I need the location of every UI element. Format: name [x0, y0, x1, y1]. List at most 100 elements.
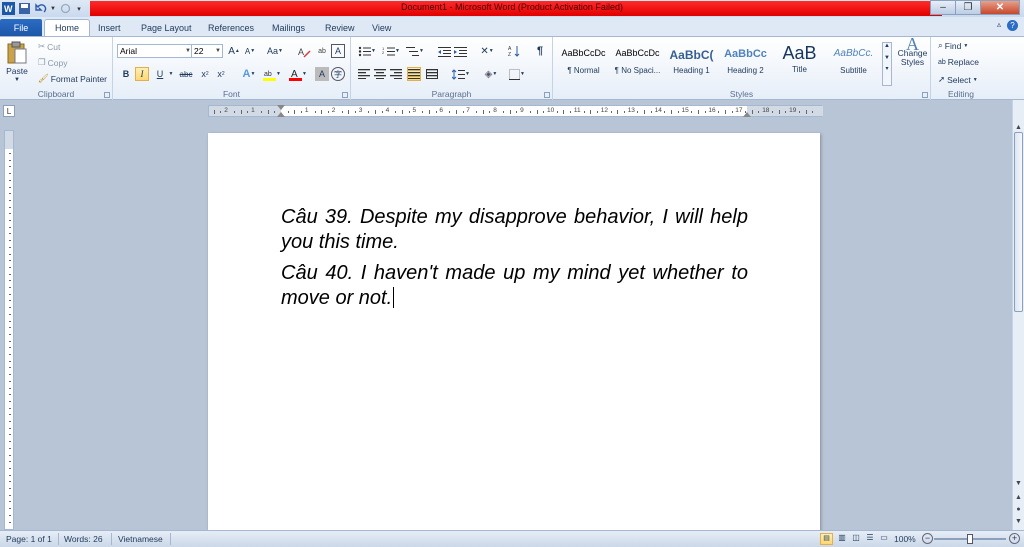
zoom-out-icon[interactable]: − — [922, 533, 933, 544]
tab-mailings[interactable]: Mailings — [262, 19, 315, 36]
tab-references[interactable]: References — [198, 19, 264, 36]
format-painter-button[interactable]: 🖌 Format Painter — [38, 73, 107, 84]
align-center-icon[interactable] — [373, 67, 387, 81]
scroll-thumb[interactable] — [1014, 132, 1023, 312]
style-no-spacing[interactable]: AaBbCcDc ¶ No Spaci... — [611, 43, 664, 83]
styles-launcher-icon[interactable] — [922, 92, 928, 98]
highlight-icon[interactable]: ab ▼ — [262, 67, 282, 81]
tab-view[interactable]: View — [362, 19, 401, 36]
find-button[interactable]: ⌕ Find ▼ — [938, 40, 968, 51]
paste-button[interactable]: Paste ▼ — [6, 41, 28, 83]
change-styles-button[interactable]: A Change Styles — [896, 35, 929, 67]
tab-page-layout[interactable]: Page Layout — [131, 19, 202, 36]
strikethrough-button[interactable]: abc — [177, 67, 195, 81]
tab-review[interactable]: Review — [315, 19, 365, 36]
character-shading-icon[interactable]: A — [315, 67, 329, 81]
grow-font-button[interactable]: A ▲ — [227, 44, 241, 58]
horizontal-ruler[interactable]: 2 1 1 2 3 4 5 6 7 8 9 10 11 12 13 14 15 16 17 18 19 — [208, 105, 823, 117]
clear-formatting-icon[interactable]: A — [297, 44, 311, 58]
distributed-icon[interactable] — [425, 67, 439, 81]
italic-button[interactable]: I — [135, 67, 149, 81]
zoom-slider-thumb[interactable] — [967, 534, 973, 544]
tab-insert[interactable]: Insert — [88, 19, 131, 36]
shading-icon[interactable]: ◈ ▼ — [481, 67, 501, 81]
align-right-icon[interactable] — [389, 67, 403, 81]
document-page[interactable]: Câu 39. Despite my disapprove behavior, … — [208, 133, 820, 533]
clipboard-launcher-icon[interactable] — [104, 92, 110, 98]
align-left-icon[interactable] — [357, 67, 371, 81]
indent-marker-icon[interactable] — [277, 112, 285, 117]
style-subtitle[interactable]: AaBbCc. Subtitle — [827, 43, 880, 83]
tab-selector-icon[interactable]: L — [3, 105, 15, 117]
customize-icon[interactable]: ▾ — [75, 2, 83, 15]
chevron-down-icon[interactable]: ▼ — [50, 2, 56, 15]
style-heading-1[interactable]: AaBbC( Heading 1 — [665, 43, 718, 83]
restore-button[interactable]: ❐ — [955, 0, 981, 15]
show-hide-button[interactable]: ¶ — [533, 44, 547, 58]
borders-icon[interactable]: ▼ — [507, 67, 527, 81]
cut-button[interactable]: ✂ Cut — [38, 41, 60, 52]
outline-icon[interactable]: ☰ — [864, 533, 876, 545]
style-title[interactable]: AaB Title — [773, 43, 826, 83]
superscript-button[interactable]: x2 — [214, 67, 228, 81]
language[interactable]: Vietnamese — [118, 534, 163, 544]
replace-button[interactable]: ab Replace — [938, 57, 979, 67]
previous-page-icon[interactable]: ▲ — [1013, 492, 1024, 503]
change-case-button[interactable]: Aa ▼ — [265, 44, 285, 58]
minimize-button[interactable]: – — [930, 0, 956, 15]
undo-icon[interactable] — [34, 2, 47, 15]
tab-file[interactable]: File — [0, 19, 42, 36]
select-button[interactable]: ➚ Select ▼ — [938, 74, 978, 85]
browse-object-icon[interactable]: ● — [1013, 504, 1024, 515]
bold-button[interactable]: B — [119, 67, 133, 81]
paragraph-question-40[interactable]: Câu 40. I haven't made up my mind yet wh… — [281, 261, 748, 311]
zoom-in-icon[interactable]: + — [1009, 533, 1020, 544]
scroll-down-icon[interactable]: ▼ — [1013, 478, 1024, 489]
font-size-combo[interactable]: 22 ▼ — [191, 44, 223, 58]
phonetic-guide-icon[interactable]: ab — [315, 44, 329, 58]
web-layout-icon[interactable]: ◫ — [850, 533, 862, 545]
zoom-level[interactable]: 100% — [894, 534, 916, 544]
font-color-icon[interactable]: A ▼ — [288, 67, 308, 81]
shrink-font-button[interactable]: A ▼ — [243, 44, 257, 58]
print-layout-icon[interactable]: ▤ — [820, 533, 833, 545]
style-normal[interactable]: AaBbCcDc ¶ Normal — [557, 43, 610, 83]
indent-marker-icon[interactable] — [277, 105, 285, 110]
chevron-down-icon[interactable]: ▼ — [167, 67, 175, 81]
font-launcher-icon[interactable] — [342, 92, 348, 98]
paragraph-question-39[interactable]: Câu 39. Despite my disapprove behavior, … — [281, 205, 748, 255]
decrease-indent-icon[interactable] — [437, 44, 451, 58]
character-border-icon[interactable]: A — [331, 44, 345, 58]
multilevel-list-icon[interactable]: ▼ — [405, 44, 425, 58]
redo-icon[interactable] — [59, 2, 72, 15]
subscript-button[interactable]: x2 — [198, 67, 212, 81]
page-count[interactable]: Page: 1 of 1 — [6, 534, 52, 544]
style-heading-2[interactable]: AaBbCc Heading 2 — [719, 43, 772, 83]
font-name-combo[interactable]: Arial ▼ — [117, 44, 193, 58]
vertical-scrollbar[interactable]: ▲ ▼ ▲ ● ▼ — [1012, 100, 1024, 530]
asian-layout-icon[interactable]: ✕ ▼ — [477, 44, 497, 58]
help-icon[interactable]: ? — [1007, 20, 1018, 31]
styles-gallery-scrollbar[interactable]: ▲ ▼ ▾ — [882, 42, 892, 86]
paragraph-launcher-icon[interactable] — [544, 92, 550, 98]
minimize-ribbon-icon[interactable]: ▵ — [997, 20, 1001, 31]
numbering-icon[interactable]: 12 ▼ — [381, 44, 401, 58]
underline-button[interactable]: U — [153, 67, 167, 81]
line-spacing-icon[interactable]: ▼ — [451, 67, 471, 81]
copy-button[interactable]: ❐ Copy — [38, 57, 67, 68]
enclose-characters-icon[interactable]: 字 — [331, 67, 345, 81]
bullets-icon[interactable]: ▼ — [357, 44, 377, 58]
word-icon[interactable]: W — [2, 2, 15, 15]
next-page-icon[interactable]: ▼ — [1013, 516, 1024, 527]
text-effects-icon[interactable]: A ▼ — [239, 67, 259, 81]
vertical-ruler[interactable] — [4, 130, 14, 530]
close-button[interactable]: ✕ — [980, 0, 1020, 15]
sort-icon[interactable]: AZ — [507, 44, 521, 58]
justify-icon[interactable] — [407, 67, 421, 81]
word-count[interactable]: Words: 26 — [64, 534, 103, 544]
full-screen-reading-icon[interactable]: ▥ — [836, 533, 848, 545]
tab-home[interactable]: Home — [44, 19, 91, 36]
increase-indent-icon[interactable] — [453, 44, 467, 58]
save-icon[interactable] — [18, 2, 31, 15]
draft-icon[interactable]: ▭ — [878, 533, 890, 545]
